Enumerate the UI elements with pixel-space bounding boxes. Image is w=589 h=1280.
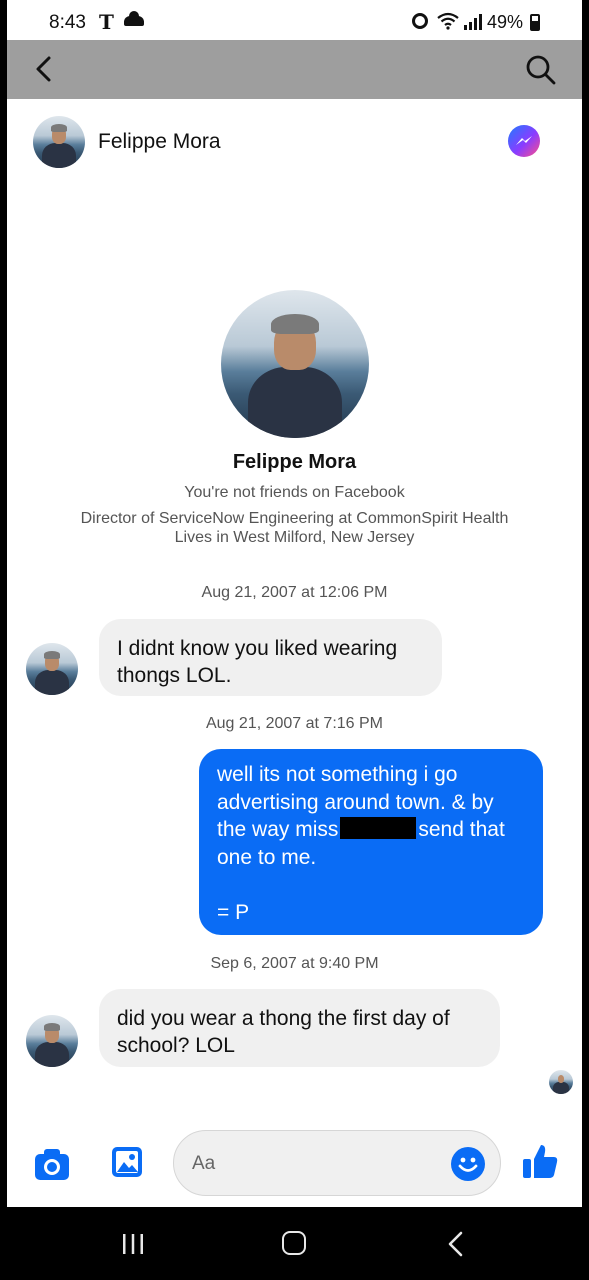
conversation-header: Felippe Mora bbox=[7, 99, 582, 189]
incoming-message-bubble[interactable]: did you wear a thong the first day of sc… bbox=[99, 989, 500, 1067]
search-icon[interactable] bbox=[525, 54, 557, 86]
recent-apps-icon[interactable] bbox=[121, 1234, 145, 1254]
avatar-body bbox=[35, 1042, 69, 1067]
redaction-bar bbox=[340, 817, 417, 839]
profile-name[interactable]: Felippe Mora bbox=[7, 451, 582, 474]
chevron-left-icon[interactable] bbox=[29, 54, 59, 84]
status-time: 8:43 bbox=[49, 12, 86, 33]
status-bar: 8:43 T 49% bbox=[7, 0, 582, 42]
battery-icon bbox=[530, 14, 540, 31]
message-input[interactable] bbox=[192, 1149, 432, 1179]
seen-indicator-avatar bbox=[549, 1070, 573, 1094]
message-timestamp: Aug 21, 2007 at 7:16 PM bbox=[205, 715, 383, 732]
message-sign-off: = P bbox=[217, 900, 250, 924]
wifi-icon bbox=[437, 12, 459, 30]
avatar-body bbox=[35, 670, 69, 695]
emoji-icon[interactable] bbox=[451, 1147, 485, 1181]
cloud-icon bbox=[124, 11, 144, 26]
top-toolbar bbox=[7, 40, 582, 99]
profile-work: Director of ServiceNow Engineering at Co… bbox=[80, 510, 509, 527]
camera-icon[interactable] bbox=[34, 1147, 70, 1181]
alarm-icon bbox=[412, 13, 428, 29]
image-icon[interactable] bbox=[111, 1145, 143, 1179]
friend-status: You're not friends on Facebook bbox=[184, 484, 405, 501]
phone-frame: 8:43 T 49% Felippe Mora Felippe Mora You… bbox=[0, 0, 589, 1280]
back-icon[interactable] bbox=[445, 1231, 465, 1257]
avatar-hair bbox=[50, 124, 68, 132]
carrier-icon: T bbox=[99, 10, 114, 34]
message-timestamp: Aug 21, 2007 at 12:06 PM bbox=[201, 584, 388, 601]
messenger-bolt-icon bbox=[516, 136, 532, 145]
incoming-message-bubble[interactable]: I didnt know you liked wearing thongs LO… bbox=[99, 619, 442, 696]
sender-avatar[interactable] bbox=[26, 643, 78, 695]
profile-location: Lives in West Milford, New Jersey bbox=[174, 529, 415, 546]
sender-avatar[interactable] bbox=[26, 1015, 78, 1067]
avatar-body bbox=[42, 143, 76, 168]
thumbs-up-icon[interactable] bbox=[520, 1142, 560, 1182]
avatar[interactable] bbox=[33, 116, 85, 168]
messenger-screen: 8:43 T 49% Felippe Mora Felippe Mora You… bbox=[7, 0, 582, 1207]
message-input-container[interactable] bbox=[173, 1130, 501, 1196]
message-timestamp: Sep 6, 2007 at 9:40 PM bbox=[210, 955, 379, 972]
battery-percent: 49% bbox=[487, 12, 524, 32]
contact-name[interactable]: Felippe Mora bbox=[98, 130, 221, 154]
avatar-hair bbox=[43, 651, 61, 659]
avatar-hair bbox=[43, 1023, 61, 1031]
outgoing-message-bubble[interactable]: well its not something i go advertising … bbox=[199, 749, 543, 935]
message-composer bbox=[7, 1128, 582, 1198]
home-icon[interactable] bbox=[282, 1231, 306, 1255]
system-nav-bar bbox=[0, 1207, 589, 1280]
outgoing-message-text: well its not something i go advertising … bbox=[217, 761, 525, 871]
messenger-icon[interactable] bbox=[508, 125, 540, 157]
avatar-body bbox=[247, 366, 343, 438]
avatar-body bbox=[553, 1082, 569, 1094]
profile-avatar[interactable] bbox=[221, 290, 369, 438]
avatar-face bbox=[557, 1074, 565, 1083]
smiley-face-icon bbox=[458, 1157, 478, 1172]
avatar-hair bbox=[271, 313, 319, 335]
signal-icon bbox=[464, 14, 482, 30]
